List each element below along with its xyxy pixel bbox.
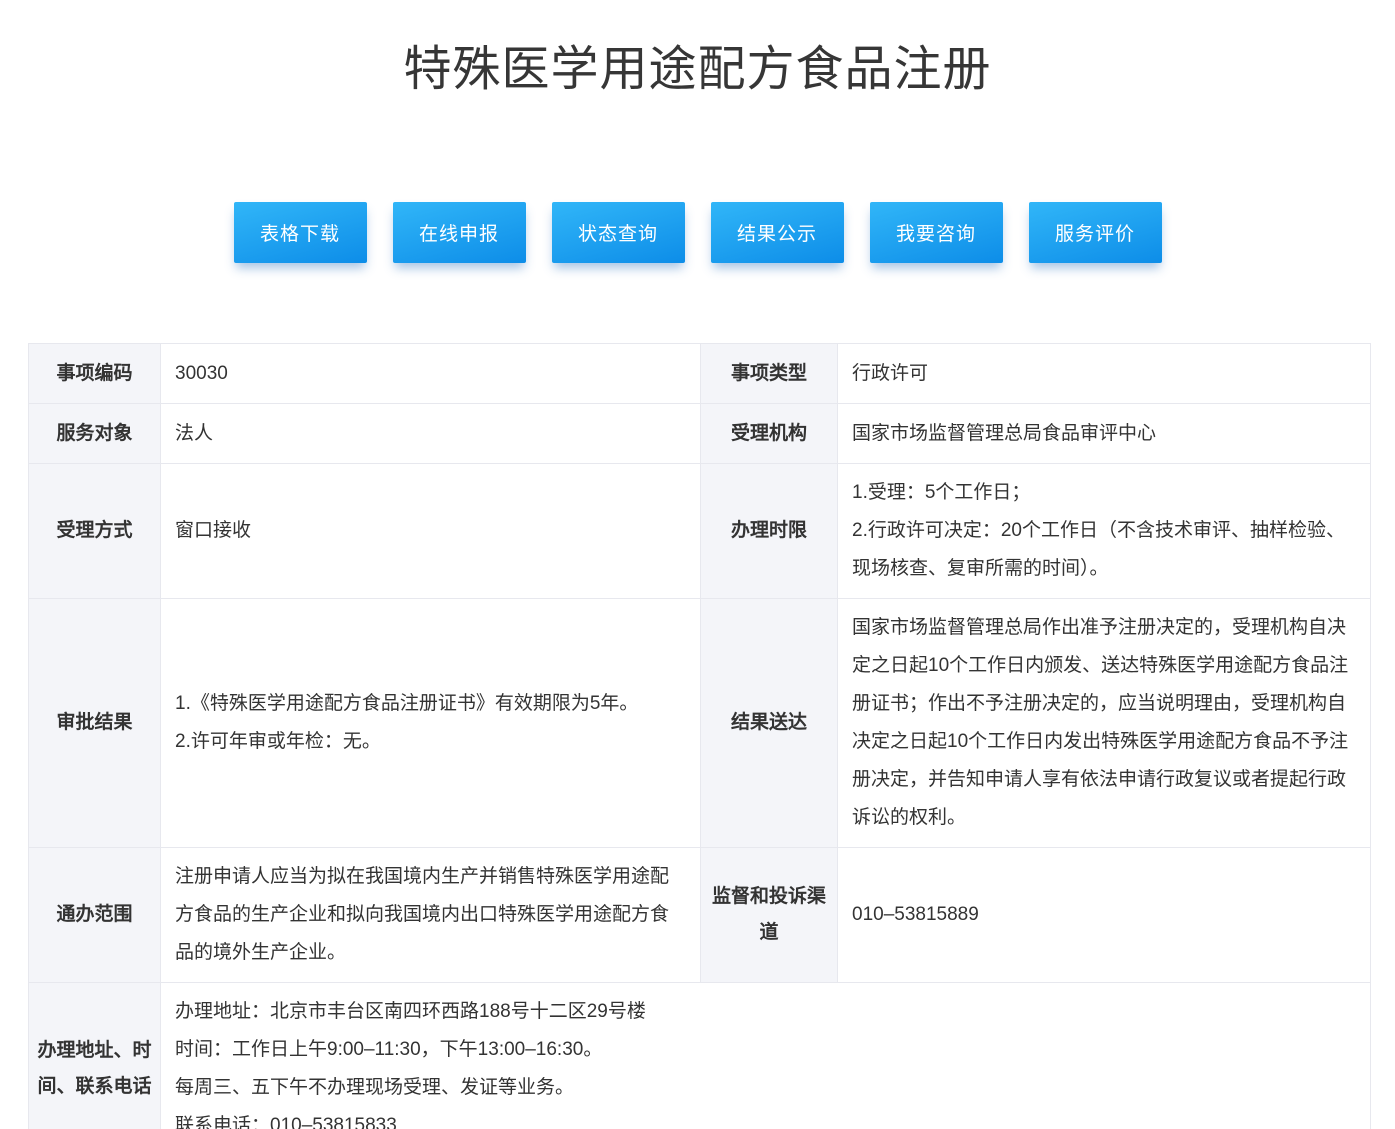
row-label-approval-result: 审批结果 bbox=[29, 599, 161, 848]
service-evaluation-button[interactable]: 服务评价 bbox=[1029, 202, 1162, 263]
row-value-approval-result: 1.《特殊医学用途配方食品注册证书》有效期限为5年。 2.许可年审或年检：无。 bbox=[161, 599, 701, 848]
row-value-address-contact: 办理地址：北京市丰台区南四环西路188号十二区29号楼 时间：工作日上午9:00… bbox=[161, 983, 1371, 1129]
row-value-accept-method: 窗口接收 bbox=[161, 464, 701, 599]
row-value-time-limit: 1.受理：5个工作日； 2.行政许可决定：20个工作日（不含技术审评、抽样检验、… bbox=[838, 464, 1371, 599]
consultation-button[interactable]: 我要咨询 bbox=[870, 202, 1003, 263]
row-value-accept-agency: 国家市场监督管理总局食品审评中心 bbox=[838, 404, 1371, 464]
row-label-accept-method: 受理方式 bbox=[29, 464, 161, 599]
row-label-scope: 通办范围 bbox=[29, 848, 161, 983]
row-label-complaint-channel: 监督和投诉渠道 bbox=[701, 848, 838, 983]
row-label-result-delivery: 结果送达 bbox=[701, 599, 838, 848]
row-label-item-type: 事项类型 bbox=[701, 344, 838, 404]
row-label-item-code: 事项编码 bbox=[29, 344, 161, 404]
status-query-button[interactable]: 状态查询 bbox=[552, 202, 685, 263]
form-download-button[interactable]: 表格下载 bbox=[234, 202, 367, 263]
table-row-scope: 通办范围 注册申请人应当为拟在我国境内生产并销售特殊医学用途配方食品的生产企业和… bbox=[29, 848, 1371, 983]
row-value-item-code: 30030 bbox=[161, 344, 701, 404]
row-label-service-object: 服务对象 bbox=[29, 404, 161, 464]
row-label-time-limit: 办理时限 bbox=[701, 464, 838, 599]
row-value-item-type: 行政许可 bbox=[838, 344, 1371, 404]
row-value-scope: 注册申请人应当为拟在我国境内生产并销售特殊医学用途配方食品的生产企业和拟向我国境… bbox=[161, 848, 701, 983]
service-detail-page: 特殊医学用途配方食品注册 表格下载 在线申报 状态查询 结果公示 我要咨询 服务… bbox=[0, 0, 1395, 1129]
row-value-complaint-channel: 010–53815889 bbox=[838, 848, 1371, 983]
action-button-row: 表格下载 在线申报 状态查询 结果公示 我要咨询 服务评价 bbox=[0, 202, 1395, 263]
table-row-item-code: 事项编码 30030 事项类型 行政许可 bbox=[29, 344, 1371, 404]
table-row-approval-result: 审批结果 1.《特殊医学用途配方食品注册证书》有效期限为5年。 2.许可年审或年… bbox=[29, 599, 1371, 848]
row-value-service-object: 法人 bbox=[161, 404, 701, 464]
table-row-address-contact: 办理地址、时间、联系电话 办理地址：北京市丰台区南四环西路188号十二区29号楼… bbox=[29, 983, 1371, 1129]
online-apply-button[interactable]: 在线申报 bbox=[393, 202, 526, 263]
table-row-service-object: 服务对象 法人 受理机构 国家市场监督管理总局食品审评中心 bbox=[29, 404, 1371, 464]
result-publicity-button[interactable]: 结果公示 bbox=[711, 202, 844, 263]
row-label-accept-agency: 受理机构 bbox=[701, 404, 838, 464]
table-row-accept-method: 受理方式 窗口接收 办理时限 1.受理：5个工作日； 2.行政许可决定：20个工… bbox=[29, 464, 1371, 599]
row-value-result-delivery: 国家市场监督管理总局作出准予注册决定的，受理机构自决定之日起10个工作日内颁发、… bbox=[838, 599, 1371, 848]
row-label-address-contact: 办理地址、时间、联系电话 bbox=[29, 983, 161, 1129]
service-info-table: 事项编码 30030 事项类型 行政许可 服务对象 法人 受理机构 国家市场监督… bbox=[28, 343, 1371, 1129]
page-title: 特殊医学用途配方食品注册 bbox=[0, 38, 1395, 102]
